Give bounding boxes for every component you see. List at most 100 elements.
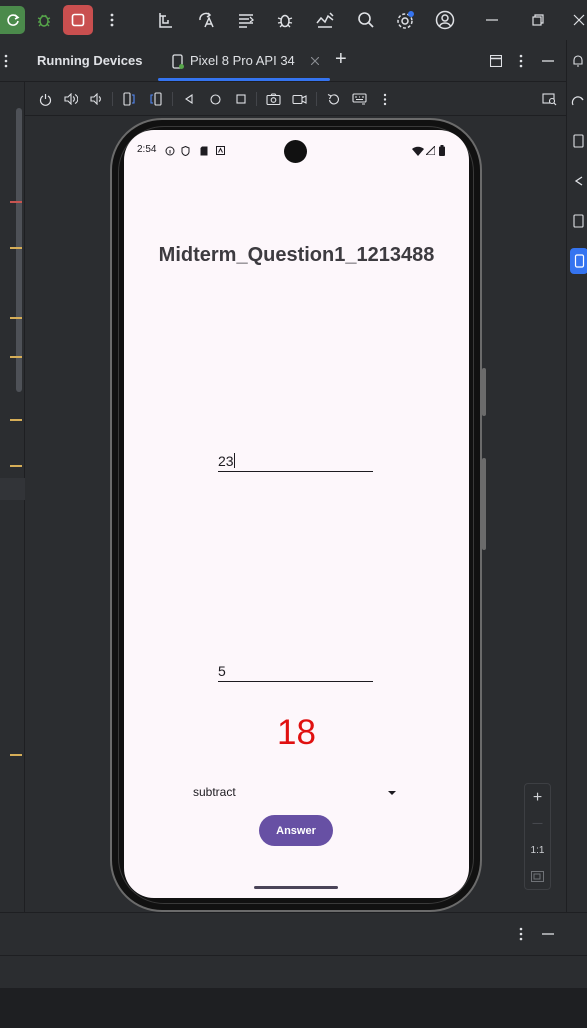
second-number-input[interactable]: 5 [218,663,373,682]
account-icon[interactable] [433,8,457,32]
answer-button[interactable]: Answer [259,815,333,846]
warning-marker[interactable] [10,317,22,319]
warning-marker[interactable] [10,356,22,358]
back-icon[interactable] [180,90,198,108]
gradle-icon[interactable] [569,92,587,110]
volume-up-icon[interactable] [62,90,80,108]
device-file-icon[interactable] [569,132,587,150]
minimize-icon[interactable] [482,8,502,32]
left-editor-gutter [0,82,25,912]
sd-card-icon [199,145,209,156]
tab-options-icon[interactable] [515,52,527,70]
warning-marker[interactable] [10,754,22,756]
warning-marker[interactable] [10,247,22,249]
zoom-out-label: — [532,817,543,829]
tab-device-label: Pixel 8 Pro API 34 [190,53,295,68]
right-tool-strip [566,40,587,912]
zoom-actual-label: 1:1 [530,844,545,856]
warning-marker[interactable] [10,465,22,467]
toolbar-separator [112,92,113,106]
overview-icon[interactable] [232,90,250,108]
operation-selected: subtract [193,785,236,799]
signal-icon [425,145,435,156]
assistant-icon[interactable] [569,172,587,190]
shield-icon [180,145,191,156]
error-marker[interactable] [10,201,22,203]
app-title: Midterm_Question1_1213488 [158,244,435,266]
settings-icon[interactable] [393,8,417,32]
restore-icon[interactable] [528,8,548,32]
bottom-hide-icon[interactable] [540,925,556,943]
text-cursor [233,453,235,468]
logcat-icon[interactable] [234,8,258,32]
reset-icon[interactable] [324,90,342,108]
stop-icon[interactable] [63,5,93,35]
zoom-controls: + — 1:1 [524,783,551,890]
home-icon[interactable] [206,90,224,108]
first-number-input[interactable]: 23 [218,453,373,472]
wifi-icon [412,145,424,156]
profiler-icon[interactable] [154,8,178,32]
battery-icon [438,144,446,156]
operation-spinner[interactable]: subtract [193,785,398,803]
keyboard-icon[interactable] [350,90,368,108]
toolbar-separator [316,92,317,106]
search-icon[interactable] [354,8,378,32]
panel-title: Running Devices [37,53,143,68]
dropdown-arrow-icon [387,789,397,797]
zoom-actual-button[interactable]: 1:1 [525,839,550,861]
toolbar-separator [256,92,257,106]
tab-underline [158,78,330,81]
volume-down-icon[interactable] [87,90,105,108]
zoom-out-button[interactable]: — [525,812,550,834]
status-time: 2:54 [137,144,157,155]
more-icon[interactable] [104,8,120,32]
bottom-options-icon[interactable] [515,925,527,943]
camera-cutout [284,140,307,163]
second-number-value: 5 [218,663,226,679]
gutter-scrollbar[interactable] [16,108,22,392]
inspect-icon[interactable] [540,90,558,108]
android-notification-icon [215,145,225,156]
translate-icon[interactable] [194,8,218,32]
more-actions-icon[interactable] [378,90,392,108]
toolbar-separator [172,92,173,106]
running-devices-tabbar: Running Devices Pixel 8 Pro API 34 + [0,40,587,82]
bug-icon[interactable] [273,8,297,32]
gesture-home-bar[interactable] [254,886,338,889]
rotate-right-icon[interactable] [147,90,165,108]
tab-device[interactable]: Pixel 8 Pro API 34 [158,40,330,82]
screenshot-icon[interactable] [264,90,282,108]
zoom-in-label: + [532,789,543,806]
device-manager-icon[interactable] [313,8,337,32]
bottom-panel-content [0,988,587,1028]
rotate-left-icon[interactable] [120,90,138,108]
running-devices-icon[interactable] [570,248,587,274]
info-notification-icon [164,145,175,156]
bottom-panel-divider [0,955,587,956]
notifications-icon[interactable] [569,52,587,70]
tab-close-icon[interactable] [308,54,322,68]
device-icon [171,53,185,69]
device-controls-toolbar [0,82,587,116]
warning-marker[interactable] [10,419,22,421]
bottom-tool-panel [0,912,587,1028]
zoom-in-button[interactable]: + [525,787,550,809]
add-tab-button[interactable]: + [335,48,347,71]
hide-panel-icon[interactable] [540,52,556,70]
zoom-fit-icon[interactable] [525,865,550,887]
ide-toolbar [0,0,587,40]
debug-icon[interactable] [33,8,55,32]
panel-options-icon[interactable] [0,50,12,72]
layout-icon[interactable] [487,52,505,70]
side-button-power[interactable] [482,368,486,416]
run-icon[interactable] [0,6,25,34]
close-icon[interactable] [570,8,587,32]
record-video-icon[interactable] [290,90,308,108]
power-icon[interactable] [36,90,54,108]
emulator-icon[interactable] [569,212,587,230]
side-button-volume[interactable] [482,458,486,550]
first-number-value: 23 [218,453,234,469]
phone-screen[interactable]: 2:54 Midterm_Question1_1213488 23 5 18 s… [124,130,469,898]
result-text: 18 [277,713,316,752]
